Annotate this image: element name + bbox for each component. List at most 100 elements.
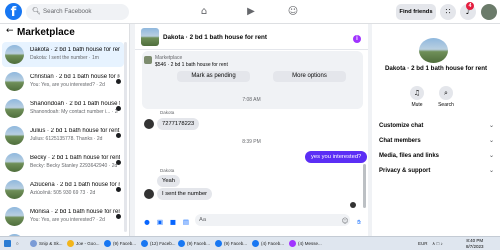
incoming-message[interactable]: I sent the number xyxy=(157,188,213,200)
emoji-icon[interactable]: ☺ xyxy=(341,217,349,225)
clock-date: 8/7/2023 xyxy=(466,244,484,249)
incoming-message[interactable]: Yeah xyxy=(157,175,181,187)
conversation-item[interactable]: Julius · 2 bd 1 bath house for rent Juliu… xyxy=(2,123,124,148)
image-icon[interactable]: ▣ xyxy=(156,218,164,226)
message-input[interactable]: Aa xyxy=(195,214,350,226)
taskbar-app-button[interactable]: (12) Faceb... xyxy=(141,239,177,249)
listing-price[interactable]: $546 · 2 bd 1 bath house for rent xyxy=(155,62,228,68)
unread-indicator xyxy=(116,214,121,219)
message-placeholder: Aa xyxy=(199,217,207,223)
media-files-links-row[interactable]: Media, files and links ⌄ xyxy=(379,148,494,164)
tray-language[interactable]: EUR xyxy=(418,239,428,249)
conversation-item[interactable]: Christian · 2 bd 1 bath house for rent Yo… xyxy=(2,69,124,94)
chat-scrollbar[interactable] xyxy=(363,164,366,208)
app-label: (9) Faceb... xyxy=(187,241,211,246)
taskbar-app-button[interactable]: (9) Faceb... xyxy=(178,239,214,249)
app-icon xyxy=(30,240,37,248)
customize-chat-row[interactable]: Customize chat ⌄ xyxy=(379,118,494,134)
chat-panel: Dakota · 2 bd 1 bath house for rent i Ma… xyxy=(135,24,368,236)
chevron-down-icon: ⌄ xyxy=(488,167,494,174)
conversation-thumbnail xyxy=(5,207,24,226)
app-icon xyxy=(141,240,148,248)
windows-icon[interactable] xyxy=(4,240,11,248)
unread-indicator xyxy=(116,133,121,138)
chevron-down-icon: ⌄ xyxy=(488,122,494,129)
taskbar-search-icon[interactable]: ○ xyxy=(16,239,26,249)
app-icon xyxy=(178,240,185,248)
row-label: Privacy & support xyxy=(379,168,431,174)
find-friends-button[interactable]: Find friends xyxy=(396,4,436,20)
sender-avatar[interactable] xyxy=(144,189,154,199)
outgoing-message[interactable]: yes you interested? xyxy=(305,151,368,163)
conversation-name: Julius · 2 bd 1 bath house for rent xyxy=(30,128,120,134)
app-label: (12) Faceb... xyxy=(150,241,176,246)
conversation-snippet: Âziúcēnā: 505 930 69 73 · 2d xyxy=(30,190,96,196)
video-icon[interactable]: ▶ xyxy=(244,5,258,19)
app-icon xyxy=(104,240,111,248)
conversation-item[interactable]: Monisa · 2 bd 1 bath house for rent You: … xyxy=(2,204,124,229)
search-icon[interactable]: ⌕ xyxy=(439,86,453,100)
privacy-support-row[interactable]: Privacy & support ⌄ xyxy=(379,163,494,179)
conversation-snippet: Dakota: I sent the number · 1m xyxy=(30,55,99,61)
marketplace-label: Marketplace xyxy=(155,55,183,61)
conversation-snippet: You: Yes, are you interested? · 2d xyxy=(30,217,105,223)
app-label: (4) Messe... xyxy=(298,241,322,246)
taskbar-app-button[interactable]: (4) Faceb... xyxy=(252,239,288,249)
groups-icon[interactable]: ☺ xyxy=(286,5,300,19)
conversation-item[interactable]: Âziúcēnā · 2 bd 1 bath house for rent Âzi… xyxy=(2,177,124,202)
row-label: Media, files and links xyxy=(379,153,440,159)
thumbs-up-icon[interactable]: ✋︎ xyxy=(355,218,363,226)
unread-indicator xyxy=(116,160,121,165)
conversation-name: Monisa · 2 bd 1 bath house for rent xyxy=(30,209,120,215)
conversation-thumbnail xyxy=(5,99,24,118)
conversation-item[interactable]: Becky · 2 bd 1 bath house for rent Becky:… xyxy=(2,150,124,175)
sticker-icon[interactable]: ■ xyxy=(169,218,177,226)
bell-icon[interactable]: ♫ xyxy=(410,86,424,100)
taskbar-app-button[interactable]: Joe - Goo... xyxy=(67,239,103,249)
listing-small-thumbnail xyxy=(144,56,152,64)
more-options-button[interactable]: More options xyxy=(273,71,346,82)
mute-action[interactable]: ♫ Mute xyxy=(405,86,429,108)
search-input[interactable]: 🔍︎ Search Facebook xyxy=(26,4,129,20)
marketplace-header: ← Marketplace xyxy=(0,24,129,40)
timestamp: 8:39 PM xyxy=(242,139,261,145)
listing-thumbnail[interactable] xyxy=(141,28,159,46)
facebook-logo[interactable]: f xyxy=(5,3,22,20)
menu-grid-icon[interactable]: ∷ xyxy=(440,4,456,20)
conversation-name: Shanondoah · 2 bd 1 bath house for rent xyxy=(30,101,120,107)
microphone-icon[interactable]: ● xyxy=(143,218,151,226)
taskbar-clock[interactable]: 8:40 PM 8/7/2023 xyxy=(466,238,484,250)
message-composer: ● ▣ ■ ▤ Aa ☺ ✋︎ xyxy=(135,211,368,235)
seen-indicator-avatar xyxy=(350,202,356,208)
chat-options-icon[interactable]: i xyxy=(353,35,361,43)
start-button[interactable] xyxy=(4,239,14,249)
app-icon xyxy=(215,240,222,248)
home-icon[interactable]: ⌂ xyxy=(197,5,211,19)
chat-members-row[interactable]: Chat members ⌄ xyxy=(379,133,494,149)
info-title: Dakota · 2 bd 1 bath house for rent xyxy=(384,65,488,72)
sidebar-scrollbar[interactable] xyxy=(124,42,127,232)
profile-avatar[interactable] xyxy=(481,4,497,20)
conversation-item[interactable]: Shanondoah · 2 bd 1 bath house for rent S… xyxy=(2,96,124,121)
windows-taskbar: ○ Snip & Sk... Joe - Goo... (9) Faceb... (1… xyxy=(0,236,500,250)
mark-as-pending-button[interactable]: Mark as pending xyxy=(177,71,250,82)
timestamp: 7:08 AM xyxy=(242,97,261,103)
taskbar-app-button[interactable]: (4) Messe... xyxy=(289,239,325,249)
conversation-item[interactable]: Dakota · 2 bd 1 bath house for rent Dakot… xyxy=(2,42,124,67)
top-navigation-bar: f 🔍︎ Search Facebook ⌂ ▶ ☺ Find friends … xyxy=(0,0,500,24)
unread-indicator xyxy=(116,79,121,84)
search-action[interactable]: ⌕ Search xyxy=(434,86,458,108)
taskbar-app-button[interactable]: (9) Faceb... xyxy=(215,239,251,249)
gif-icon[interactable]: ▤ xyxy=(182,218,190,226)
taskbar-app-button[interactable]: Snip & Sk... xyxy=(30,239,66,249)
tray-icons[interactable]: ∧ □ ♪ xyxy=(432,239,443,249)
conversation-thumbnail xyxy=(5,45,24,64)
incoming-message[interactable]: 7277178223 xyxy=(157,118,200,130)
back-arrow-icon[interactable]: ← xyxy=(6,26,14,36)
sender-avatar[interactable] xyxy=(144,119,154,129)
chat-title[interactable]: Dakota · 2 bd 1 bath house for rent xyxy=(163,34,267,41)
mute-label: Mute xyxy=(411,102,423,108)
taskbar-app-button[interactable]: (9) Faceb... xyxy=(104,239,140,249)
search-icon: 🔍︎ xyxy=(32,8,41,15)
conversation-photo[interactable] xyxy=(419,38,448,63)
